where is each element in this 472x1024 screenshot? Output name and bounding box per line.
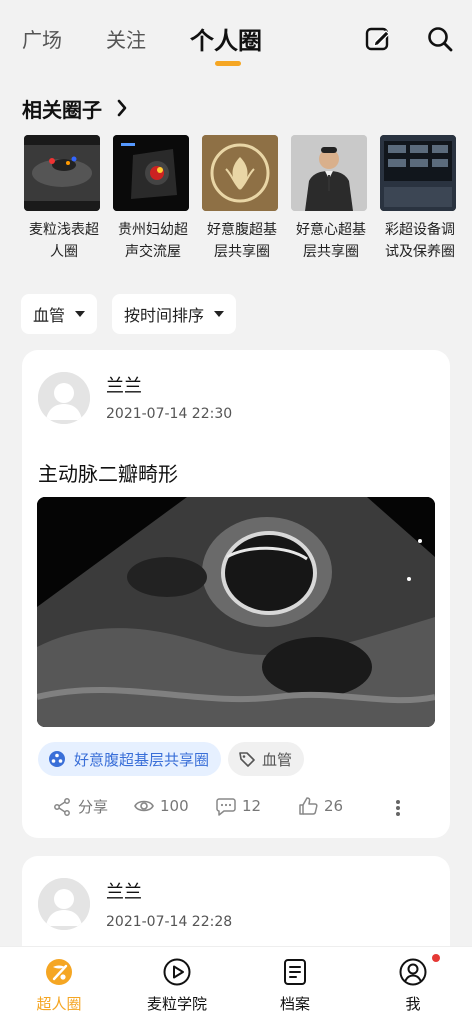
avatar[interactable]: [38, 372, 90, 424]
bottom-nav: 超人圈 麦粒学院 档案 我: [0, 946, 472, 1024]
tab-following[interactable]: 关注: [106, 24, 146, 53]
nav-label: 麦粒学院: [146, 995, 207, 1013]
comment-button[interactable]: 12: [216, 796, 261, 816]
circle-thumbnail: [24, 135, 100, 211]
superhuman-circle-icon: [46, 959, 72, 985]
caret-down-icon: [214, 311, 225, 317]
top-nav: 广场 关注 个人圈: [0, 0, 472, 80]
nav-me[interactable]: 我: [368, 957, 458, 1014]
circle-item[interactable]: 彩超设备调试及保养圈: [380, 135, 460, 263]
topic-tag-label: 血管: [262, 750, 293, 769]
avatar[interactable]: [38, 878, 90, 930]
more-options-icon[interactable]: [394, 798, 402, 818]
nav-label: 我: [405, 995, 421, 1013]
active-tab-indicator: [215, 61, 241, 66]
share-icon: [54, 797, 70, 816]
post-timestamp: 2021-07-14 22:30: [106, 406, 233, 422]
post-timestamp: 2021-07-14 22:28: [106, 914, 233, 930]
comments-count: 12: [242, 797, 262, 815]
sort-dropdown[interactable]: 按时间排序: [112, 294, 237, 334]
thumbs-up-icon: [299, 797, 318, 815]
circle-tag-label: 好意腹超基层共享圈: [74, 750, 210, 769]
circle-item[interactable]: 好意心超基层共享圈: [291, 135, 371, 263]
edit-icon[interactable]: [364, 25, 392, 53]
circle-group-icon: [49, 751, 65, 767]
tab-square[interactable]: 广场: [22, 24, 62, 53]
eye-icon: [134, 800, 154, 812]
nav-superhuman-circle[interactable]: 超人圈: [14, 957, 104, 1014]
topic-tag[interactable]: 血管: [228, 742, 305, 776]
circle-name: 贵州妇幼超声交流屋: [118, 222, 188, 260]
category-filter-label: 血管: [33, 306, 66, 325]
like-button[interactable]: 26: [298, 796, 343, 816]
views-count: 100: [160, 797, 189, 815]
nav-label: 超人圈: [36, 995, 82, 1013]
views-counter: 100: [134, 796, 189, 816]
share-button[interactable]: 分享: [52, 796, 108, 817]
notification-dot: [432, 954, 440, 962]
circle-thumbnail: [291, 135, 367, 211]
circle-thumbnail: [113, 135, 189, 211]
caret-down-icon: [75, 311, 86, 317]
circle-name: 麦粒浅表超人圈: [29, 222, 99, 260]
post-image[interactable]: [37, 497, 435, 727]
chevron-right-icon[interactable]: [116, 98, 128, 118]
circle-item[interactable]: 好意腹超基层共享圈: [202, 135, 282, 263]
post-username[interactable]: 兰兰: [106, 372, 142, 398]
tab-personal-circle[interactable]: 个人圈: [190, 21, 262, 56]
circle-name: 好意腹超基层共享圈: [207, 222, 277, 260]
play-icon: [163, 958, 191, 986]
circle-name: 好意心超基层共享圈: [296, 222, 366, 260]
circle-item[interactable]: 贵州妇幼超声交流屋: [113, 135, 193, 263]
sort-label: 按时间排序: [124, 306, 205, 325]
comment-icon: [216, 798, 236, 816]
circle-thumbnail: [202, 135, 278, 211]
post-actions: 分享 100 12 26: [22, 790, 450, 826]
circle-thumbnail: [380, 135, 456, 211]
post-card[interactable]: 兰兰 2021-07-14 22:30 主动脉二瓣畸形 好意腹超基层共享圈 血管…: [22, 350, 450, 838]
nav-label: 档案: [279, 995, 310, 1013]
user-icon: [399, 958, 427, 986]
circle-name: 彩超设备调试及保养圈: [385, 222, 455, 260]
circle-item[interactable]: 麦粒浅表超人圈: [24, 135, 104, 263]
nav-academy[interactable]: 麦粒学院: [132, 957, 222, 1014]
tag-icon: [239, 752, 255, 767]
post-title[interactable]: 主动脉二瓣畸形: [38, 458, 178, 487]
nav-archive[interactable]: 档案: [250, 957, 340, 1014]
likes-count: 26: [324, 797, 344, 815]
archive-icon: [284, 959, 306, 985]
search-icon[interactable]: [426, 25, 454, 53]
circle-tag[interactable]: 好意腹超基层共享圈: [38, 742, 222, 776]
related-circles-title[interactable]: 相关圈子: [22, 94, 102, 123]
post-username[interactable]: 兰兰: [106, 878, 142, 904]
share-label: 分享: [78, 798, 109, 816]
app-screen: 广场 关注 个人圈 相关圈子 麦粒浅表超人圈 贵州妇幼超声交流屋 好意腹超基层共…: [0, 0, 472, 1024]
category-filter-dropdown[interactable]: 血管: [21, 294, 98, 334]
